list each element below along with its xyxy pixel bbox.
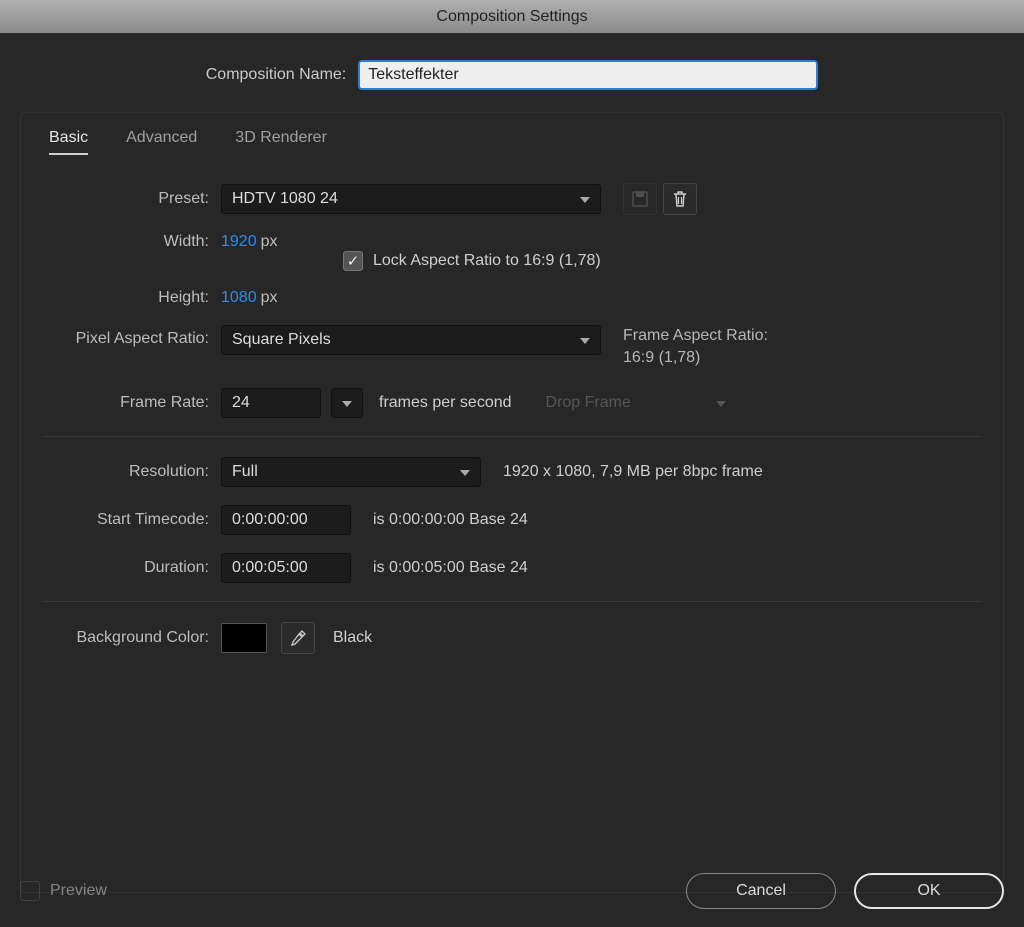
par-label: Pixel Aspect Ratio: xyxy=(43,325,221,348)
tab-advanced[interactable]: Advanced xyxy=(126,129,197,155)
height-label: Height: xyxy=(43,289,221,307)
framerate-label: Frame Rate: xyxy=(43,394,221,412)
resolution-label: Resolution: xyxy=(43,463,221,481)
framerate-unit: frames per second xyxy=(379,394,512,412)
resolution-value: Full xyxy=(232,463,258,481)
lock-aspect-label: Lock Aspect Ratio to 16:9 (1,78) xyxy=(373,252,601,270)
save-preset-button[interactable] xyxy=(623,183,657,215)
chevron-down-icon xyxy=(460,463,470,481)
chevron-down-icon xyxy=(580,190,590,208)
divider xyxy=(43,601,981,602)
framerate-dropdown[interactable] xyxy=(331,388,363,418)
trash-icon xyxy=(671,190,689,208)
chevron-down-icon xyxy=(342,394,352,412)
bg-color-name: Black xyxy=(333,629,372,647)
start-timecode-input[interactable]: 0:00:00:00 xyxy=(221,505,351,535)
frame-aspect-value: 16:9 (1,78) xyxy=(623,347,768,369)
bg-color-swatch[interactable] xyxy=(221,623,267,653)
start-timecode-label: Start Timecode: xyxy=(43,511,221,529)
divider xyxy=(43,436,981,437)
save-preset-icon xyxy=(631,190,649,208)
framerate-input[interactable]: 24 xyxy=(221,388,321,418)
duration-note: is 0:00:05:00 Base 24 xyxy=(373,559,528,577)
preset-label: Preset: xyxy=(43,190,221,208)
preset-dropdown[interactable]: HDTV 1080 24 xyxy=(221,184,601,214)
delete-preset-button[interactable] xyxy=(663,183,697,215)
tab-3d-renderer[interactable]: 3D Renderer xyxy=(235,129,327,155)
resolution-dropdown[interactable]: Full xyxy=(221,457,481,487)
eyedropper-button[interactable] xyxy=(281,622,315,654)
lock-aspect-checkbox[interactable]: ✓ xyxy=(343,251,363,271)
cancel-button[interactable]: Cancel xyxy=(686,873,836,909)
width-unit: px xyxy=(261,233,278,251)
drop-frame-dropdown: Drop Frame xyxy=(536,388,736,418)
title-bar: Composition Settings xyxy=(0,0,1024,34)
bg-color-label: Background Color: xyxy=(43,629,221,647)
par-dropdown[interactable]: Square Pixels xyxy=(221,325,601,355)
chevron-down-icon xyxy=(716,394,726,412)
duration-input[interactable]: 0:00:05:00 xyxy=(221,553,351,583)
tab-basic[interactable]: Basic xyxy=(49,129,88,155)
resolution-note: 1920 x 1080, 7,9 MB per 8bpc frame xyxy=(503,463,763,481)
height-unit: px xyxy=(261,289,278,307)
frame-aspect-label: Frame Aspect Ratio: xyxy=(623,325,768,347)
start-timecode-note: is 0:00:00:00 Base 24 xyxy=(373,511,528,529)
preset-value: HDTV 1080 24 xyxy=(232,190,338,208)
settings-panel: Basic Advanced 3D Renderer Preset: HDTV … xyxy=(20,112,1004,893)
composition-name-label: Composition Name: xyxy=(206,66,347,84)
preview-label: Preview xyxy=(50,882,107,900)
window-title: Composition Settings xyxy=(436,8,587,26)
chevron-down-icon xyxy=(580,331,590,349)
width-value[interactable]: 1920 xyxy=(221,233,257,251)
height-value[interactable]: 1080 xyxy=(221,289,257,307)
width-label: Width: xyxy=(43,233,221,251)
par-value: Square Pixels xyxy=(232,331,331,349)
duration-label: Duration: xyxy=(43,559,221,577)
preview-checkbox xyxy=(20,881,40,901)
composition-name-input[interactable] xyxy=(358,60,818,90)
ok-button[interactable]: OK xyxy=(854,873,1004,909)
eyedropper-icon xyxy=(289,629,307,647)
